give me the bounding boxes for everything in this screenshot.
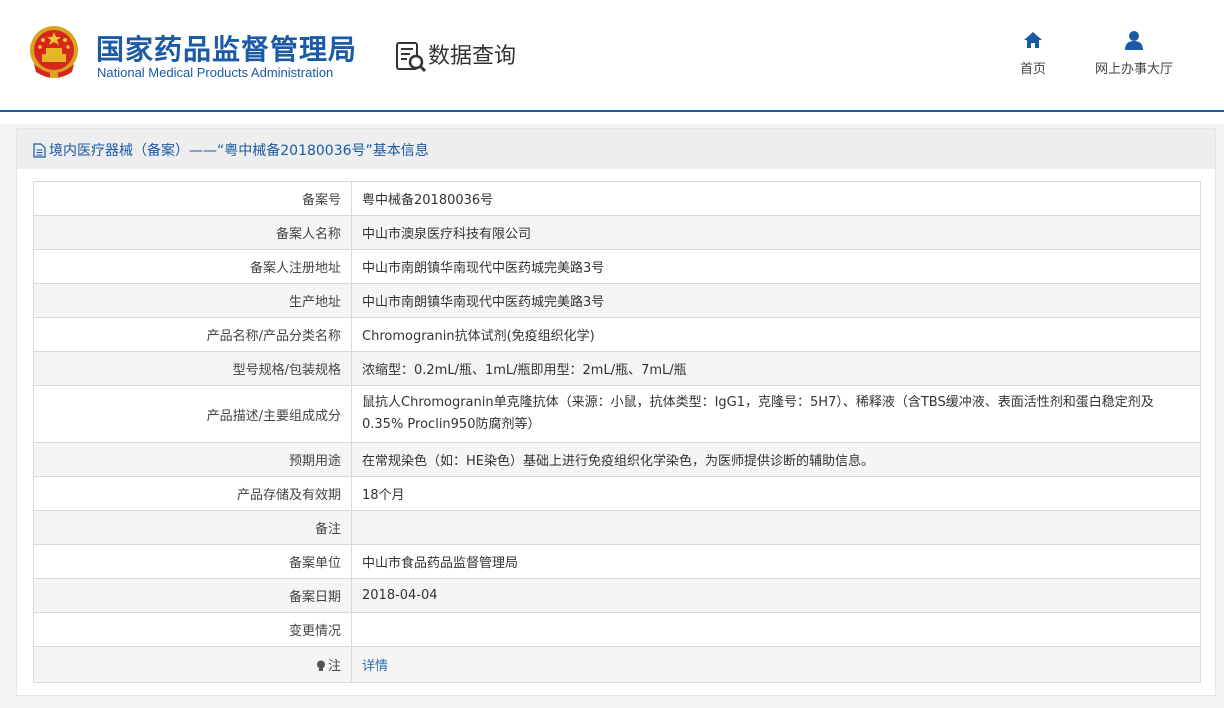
row-label: 备案人名称	[33, 215, 352, 250]
row-value: 中山市南朗镇华南现代中医药城完美路3号	[351, 249, 1201, 284]
row-label: 备注	[33, 510, 352, 545]
row-value: 2018-04-04	[351, 578, 1201, 613]
row-label: 生产地址	[33, 283, 352, 318]
row-label: 型号规格/包装规格	[33, 351, 352, 386]
row-value: 中山市食品药品监督管理局	[351, 544, 1201, 579]
table-row: 产品存储及有效期 18个月	[33, 476, 1201, 511]
detail-panel: 境内医疗器械（备案）——“粤中械备20180036号”基本信息 备案号 粤中械备…	[16, 128, 1216, 696]
row-value: 浓缩型：0.2mL/瓶、1mL/瓶即用型：2mL/瓶、7mL/瓶	[351, 351, 1201, 386]
site-header: 国家药品监督管理局 National Medical Products Admi…	[0, 0, 1224, 110]
table-row: 产品名称/产品分类名称 Chromogranin抗体试剂(免疫组织化学)	[33, 317, 1201, 352]
data-search-icon	[396, 42, 427, 73]
table-row: 备案日期 2018-04-04	[33, 578, 1201, 613]
table-row: 产品描述/主要组成成分 鼠抗人Chromogranin单克隆抗体（来源：小鼠，抗…	[33, 385, 1201, 443]
row-label: 产品名称/产品分类名称	[33, 317, 352, 352]
record-detail-table: 备案号 粤中械备20180036号 备案人名称 中山市澳泉医疗科技有限公司 备案…	[33, 181, 1201, 683]
panel-title-text: 境内医疗器械（备案）——“粤中械备20180036号”基本信息	[49, 143, 429, 159]
table-row: 备案人名称 中山市澳泉医疗科技有限公司	[33, 215, 1201, 250]
row-value: 18个月	[351, 476, 1201, 511]
row-value: Chromogranin抗体试剂(免疫组织化学)	[351, 317, 1201, 352]
panel-title: 境内医疗器械（备案）——“粤中械备20180036号”基本信息	[33, 140, 429, 160]
row-value: 在常规染色（如：HE染色）基础上进行免疫组织化学染色，为医师提供诊断的辅助信息。	[351, 442, 1201, 477]
table-row: 备案号 粤中械备20180036号	[33, 181, 1201, 216]
table-row: 备案单位 中山市食品药品监督管理局	[33, 544, 1201, 579]
row-label: 备案单位	[33, 544, 352, 579]
row-label: 预期用途	[33, 442, 352, 477]
row-value	[351, 510, 1201, 545]
agency-name-cn: 国家药品监督管理局	[96, 33, 358, 66]
row-label: 备案号	[33, 181, 352, 216]
row-value: 详情	[351, 646, 1201, 683]
row-value: 中山市澳泉医疗科技有限公司	[351, 215, 1201, 250]
agency-name-en: National Medical Products Administration	[97, 65, 334, 80]
table-row: 预期用途 在常规染色（如：HE染色）基础上进行免疫组织化学染色，为医师提供诊断的…	[33, 442, 1201, 477]
panel-title-bar: 境内医疗器械（备案）——“粤中械备20180036号”基本信息	[17, 129, 1215, 169]
nav-online-hall-label: 网上办事大厅	[1094, 62, 1173, 77]
header-divider	[0, 110, 1224, 112]
row-value: 鼠抗人Chromogranin单克隆抗体（来源：小鼠，抗体类型：IgG1，克隆号…	[351, 385, 1201, 443]
national-emblem-icon	[30, 26, 78, 78]
table-row: 变更情况	[33, 612, 1201, 647]
details-link[interactable]: 详情	[362, 659, 388, 674]
row-label: 注	[33, 646, 352, 683]
table-row: 注 详情	[33, 646, 1201, 683]
section-title: 数据查询	[428, 44, 517, 69]
lightbulb-icon	[316, 660, 325, 671]
row-value: 中山市南朗镇华南现代中医药城完美路3号	[351, 283, 1201, 318]
document-icon	[33, 142, 46, 158]
row-value: 粤中械备20180036号	[351, 181, 1201, 216]
home-icon	[1024, 32, 1042, 48]
table-row: 生产地址 中山市南朗镇华南现代中医药城完美路3号	[33, 283, 1201, 318]
nav-online-hall-link[interactable]: 网上办事大厅	[1086, 30, 1182, 77]
row-label: 备案日期	[33, 578, 352, 613]
table-row: 备注	[33, 510, 1201, 545]
note-label: 注	[327, 659, 341, 674]
row-label: 变更情况	[33, 612, 352, 647]
nav-home-label: 首页	[1019, 62, 1046, 77]
row-label: 产品描述/主要组成成分	[33, 385, 352, 443]
user-icon	[1125, 31, 1143, 50]
row-value	[351, 612, 1201, 647]
row-label: 产品存储及有效期	[33, 476, 352, 511]
row-label: 备案人注册地址	[33, 249, 352, 284]
nav-home-link[interactable]: 首页	[1012, 30, 1054, 77]
table-row: 备案人注册地址 中山市南朗镇华南现代中医药城完美路3号	[33, 249, 1201, 284]
table-row: 型号规格/包装规格 浓缩型：0.2mL/瓶、1mL/瓶即用型：2mL/瓶、7mL…	[33, 351, 1201, 386]
